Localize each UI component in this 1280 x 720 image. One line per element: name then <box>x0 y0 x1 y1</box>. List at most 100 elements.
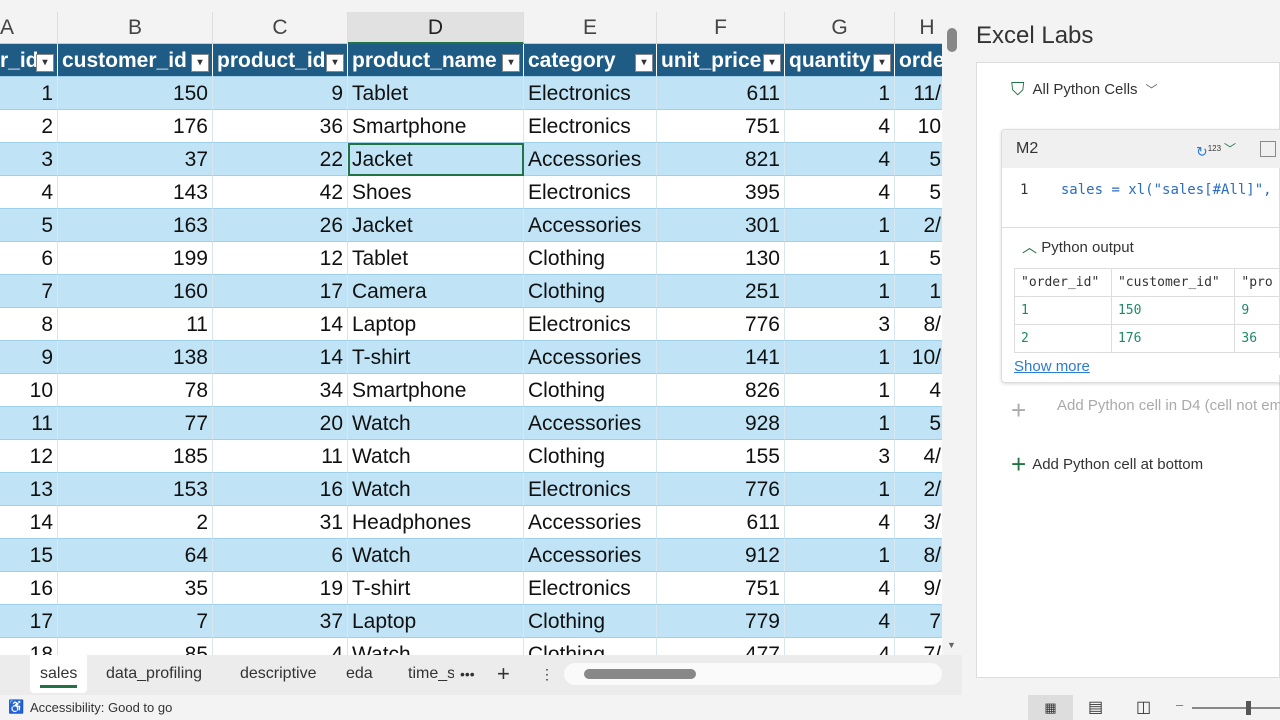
table-cell[interactable]: 4 <box>785 506 895 539</box>
column-header-D[interactable]: D <box>348 12 524 44</box>
table-cell[interactable]: 3 <box>785 440 895 473</box>
table-cell[interactable]: Shoes <box>348 176 524 209</box>
column-header-F[interactable]: F <box>657 12 785 44</box>
table-cell[interactable]: 37 <box>58 143 213 176</box>
column-header-B[interactable]: B <box>58 12 213 44</box>
table-cell[interactable]: 5 <box>895 143 942 176</box>
table-cell[interactable]: 928 <box>657 407 785 440</box>
table-cell[interactable]: 160 <box>58 275 213 308</box>
table-cell[interactable]: Electronics <box>524 77 657 110</box>
table-cell[interactable]: 1 <box>785 341 895 374</box>
table-cell[interactable]: 751 <box>657 572 785 605</box>
table-cell[interactable]: 9 <box>213 77 348 110</box>
table-cell[interactable]: 130 <box>657 242 785 275</box>
table-cell[interactable]: Camera <box>348 275 524 308</box>
more-sheets-icon[interactable]: ••• <box>460 655 475 693</box>
table-cell[interactable]: 611 <box>657 77 785 110</box>
table-cell[interactable]: 4 <box>213 638 348 655</box>
table-cell[interactable]: 36 <box>213 110 348 143</box>
table-cell[interactable]: 776 <box>657 473 785 506</box>
table-cell[interactable]: 3/ <box>895 506 942 539</box>
scroll-down-icon[interactable]: ▼ <box>947 640 956 650</box>
table-cell[interactable]: 14 <box>0 506 58 539</box>
table-cell[interactable]: Clothing <box>524 242 657 275</box>
table-cell[interactable]: Laptop <box>348 308 524 341</box>
table-cell[interactable]: Jacket <box>348 143 524 176</box>
table-cell[interactable]: 22 <box>213 143 348 176</box>
scroll-thumb[interactable] <box>947 28 957 52</box>
table-cell[interactable]: 155 <box>657 440 785 473</box>
table-cell[interactable]: 141 <box>657 341 785 374</box>
sheet-tab-data_profiling[interactable]: data_profiling <box>96 655 212 693</box>
table-cell[interactable]: 13 <box>0 473 58 506</box>
table-cell[interactable]: 16 <box>0 572 58 605</box>
column-header-E[interactable]: E <box>524 12 657 44</box>
table-cell[interactable]: 301 <box>657 209 785 242</box>
table-cell[interactable]: 11/ <box>895 77 942 110</box>
filter-dropdown-icon[interactable]: ▾ <box>635 54 653 72</box>
table-header-cell[interactable]: unit_price ▾ <box>657 44 785 77</box>
table-cell[interactable]: 1 <box>895 275 942 308</box>
table-cell[interactable]: 251 <box>657 275 785 308</box>
vertical-scrollbar[interactable]: ▼ <box>942 0 962 655</box>
table-cell[interactable]: 7 <box>895 605 942 638</box>
table-cell[interactable]: Accessories <box>524 143 657 176</box>
table-cell[interactable]: 912 <box>657 539 785 572</box>
table-cell[interactable]: 12 <box>0 440 58 473</box>
table-cell[interactable]: 163 <box>58 209 213 242</box>
table-cell[interactable]: 1 <box>785 473 895 506</box>
table-cell[interactable]: Electronics <box>524 110 657 143</box>
table-cell[interactable]: Electronics <box>524 176 657 209</box>
table-cell[interactable]: 5 <box>895 242 942 275</box>
table-cell[interactable]: 4 <box>0 176 58 209</box>
table-cell[interactable]: 10/ <box>895 341 942 374</box>
table-cell[interactable]: 4 <box>895 374 942 407</box>
table-cell[interactable]: 4 <box>785 572 895 605</box>
sheet-tab-eda[interactable]: eda <box>336 655 383 693</box>
page-layout-icon[interactable]: ▤ <box>1088 697 1103 717</box>
table-cell[interactable]: 17 <box>213 275 348 308</box>
table-cell[interactable]: Accessories <box>524 407 657 440</box>
table-cell[interactable]: 2 <box>0 110 58 143</box>
show-more-link[interactable]: Show more <box>1014 358 1280 375</box>
python-output-toggle[interactable]: ︿ Python output <box>1002 228 1280 268</box>
filter-dropdown-icon[interactable]: ▾ <box>326 54 344 72</box>
table-cell[interactable]: 11 <box>58 308 213 341</box>
table-header-cell[interactable]: quantity ▾ <box>785 44 895 77</box>
table-cell[interactable]: Headphones <box>348 506 524 539</box>
add-sheet-icon[interactable]: + <box>497 655 510 693</box>
table-cell[interactable]: 12 <box>213 242 348 275</box>
options-icon[interactable]: ⋮ <box>540 655 554 693</box>
table-cell[interactable]: 4 <box>785 638 895 655</box>
table-cell[interactable]: Electronics <box>524 308 657 341</box>
spreadsheet-grid[interactable]: Ar_id ▾ Bcustomer_id ▾ Cproduct_id ▾ Dproduct_… <box>0 0 942 655</box>
table-cell[interactable]: 34 <box>213 374 348 407</box>
table-cell[interactable]: 477 <box>657 638 785 655</box>
add-cell-bottom-button[interactable]: + Add Python cell at bottom <box>1011 449 1203 480</box>
table-cell[interactable]: 78 <box>58 374 213 407</box>
table-cell[interactable]: 8/ <box>895 308 942 341</box>
table-cell[interactable]: 7/ <box>895 638 942 655</box>
table-cell[interactable]: 10 <box>895 110 942 143</box>
table-cell[interactable]: Clothing <box>524 605 657 638</box>
table-cell[interactable]: 10 <box>0 374 58 407</box>
table-cell[interactable]: 31 <box>213 506 348 539</box>
table-cell[interactable]: 42 <box>213 176 348 209</box>
table-cell[interactable]: 7 <box>0 275 58 308</box>
sheet-tab-descriptive[interactable]: descriptive <box>230 655 326 693</box>
code-line[interactable]: sales = xl("sales[#All]", <box>1061 182 1272 198</box>
table-cell[interactable]: 611 <box>657 506 785 539</box>
zoom-out-icon[interactable]: – <box>1176 697 1183 712</box>
table-cell[interactable]: 11 <box>213 440 348 473</box>
filter-dropdown-icon[interactable]: ▾ <box>36 54 54 72</box>
table-cell[interactable]: 77 <box>58 407 213 440</box>
column-header-H[interactable]: H <box>895 12 942 44</box>
table-cell[interactable]: 64 <box>58 539 213 572</box>
table-cell[interactable]: Smartphone <box>348 110 524 143</box>
table-header-cell[interactable]: product_id ▾ <box>213 44 348 77</box>
table-cell[interactable]: 138 <box>58 341 213 374</box>
table-header-cell[interactable]: r_id ▾ <box>0 44 58 77</box>
table-cell[interactable]: 7 <box>58 605 213 638</box>
table-cell[interactable]: 19 <box>213 572 348 605</box>
sheet-tab-time_s[interactable]: time_s <box>398 655 454 693</box>
